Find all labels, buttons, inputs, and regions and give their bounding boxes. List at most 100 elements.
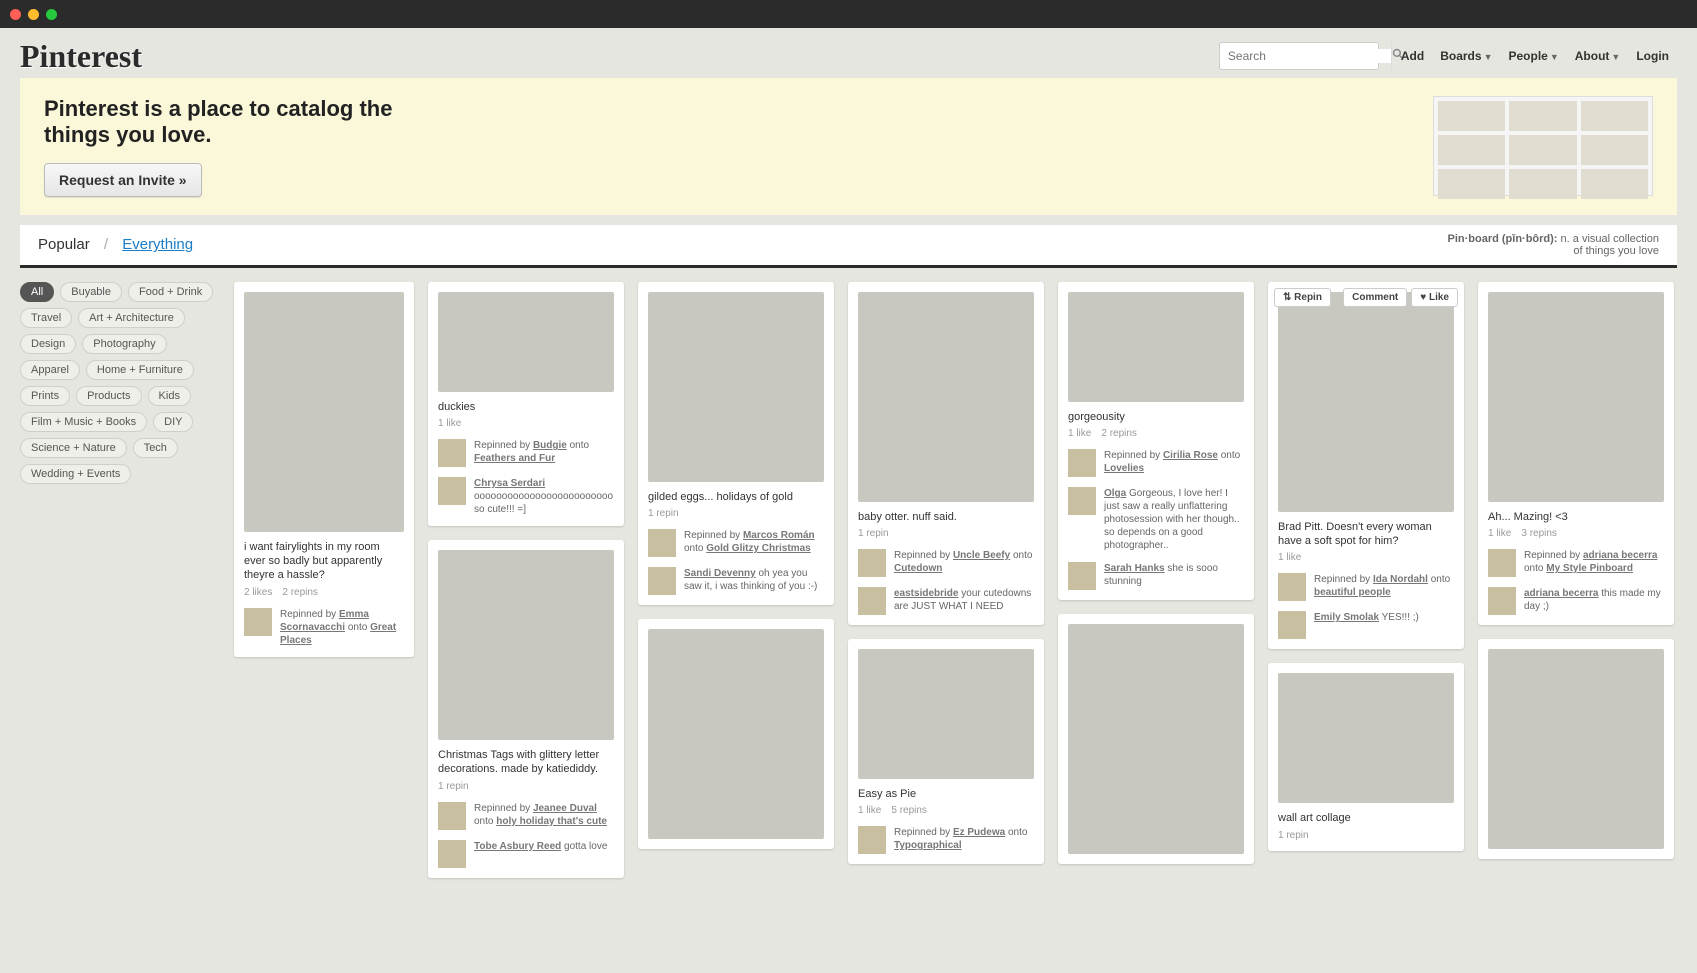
category-tag[interactable]: All [20,282,54,302]
user-link[interactable]: Emily Smolak [1314,612,1379,623]
avatar[interactable] [244,608,272,636]
pin-image[interactable] [1278,292,1454,512]
board-link[interactable]: Typographical [894,840,962,851]
user-link[interactable]: Cirilia Rose [1163,450,1218,461]
avatar[interactable] [438,802,466,830]
pin-card[interactable]: i want fairylights in my room ever so ba… [234,282,414,657]
nav-people[interactable]: People▼ [1508,49,1558,63]
user-link[interactable]: adriana becerra [1583,550,1658,561]
board-link[interactable]: Cutedown [894,563,942,574]
category-tag[interactable]: Buyable [60,282,122,302]
avatar[interactable] [1068,449,1096,477]
category-tag[interactable]: Film + Music + Books [20,412,147,432]
user-link[interactable]: Budgie [533,440,567,451]
user-link[interactable]: Ez Pudewa [953,827,1005,838]
category-tag[interactable]: Travel [20,308,72,328]
board-link[interactable]: holy holiday that's cute [496,816,607,827]
user-link[interactable]: Sarah Hanks [1104,563,1165,574]
nav-login[interactable]: Login [1636,49,1669,63]
avatar[interactable] [1068,562,1096,590]
nav-about[interactable]: About▼ [1575,49,1621,63]
avatar[interactable] [438,840,466,868]
comment-button[interactable]: Comment [1343,288,1407,307]
user-link[interactable]: Ida Nordahl [1373,574,1428,585]
nav-add[interactable]: Add [1401,49,1424,63]
board-link[interactable]: beautiful people [1314,587,1391,598]
board-link[interactable]: Lovelies [1104,463,1144,474]
user-link[interactable]: Olga [1104,488,1126,499]
category-tag[interactable]: Prints [20,386,70,406]
search-box[interactable] [1219,42,1379,70]
category-tag[interactable]: Art + Architecture [78,308,185,328]
user-link[interactable]: Jeanee Duval [533,803,597,814]
pin-image[interactable] [244,292,404,532]
pin-image[interactable] [1488,649,1664,849]
request-invite-button[interactable]: Request an Invite » [44,163,202,197]
pin-image[interactable] [1068,624,1244,854]
avatar[interactable] [438,477,466,505]
user-link[interactable]: adriana becerra [1524,588,1599,599]
avatar[interactable] [1068,487,1096,515]
pin-card[interactable]: Easy as Pie1 like5 repinsRepinned by Ez … [848,639,1044,864]
pin-image[interactable] [648,629,824,839]
pin-image[interactable] [1068,292,1244,402]
pin-image[interactable] [438,550,614,740]
maximize-icon[interactable] [46,9,57,20]
like-button[interactable]: ♥ Like [1411,288,1458,307]
user-link[interactable]: Emma Scornavacchi [280,609,369,633]
user-link[interactable]: eastsidebride [894,588,958,599]
user-link[interactable]: Sandi Devenny [684,568,756,579]
user-link[interactable]: Tobe Asbury Reed [474,841,561,852]
logo[interactable]: Pinterest [20,38,142,75]
pin-card[interactable] [1058,614,1254,864]
search-input[interactable] [1220,49,1391,63]
user-link[interactable]: Chrysa Serdari [474,478,545,489]
crumb-popular[interactable]: Popular [38,236,90,253]
pin-card[interactable]: baby otter. nuff said.1 repinRepinned by… [848,282,1044,625]
board-link[interactable]: Gold Glitzy Christmas [706,543,810,554]
avatar[interactable] [1278,611,1306,639]
user-link[interactable]: Marcos Román [743,530,815,541]
avatar[interactable] [858,826,886,854]
pin-image[interactable] [648,292,824,482]
category-tag[interactable]: Home + Furniture [86,360,194,380]
pin-card[interactable]: Ah... Mazing! <31 like3 repinsRepinned b… [1478,282,1674,625]
category-tag[interactable]: Kids [148,386,191,406]
pin-card[interactable] [638,619,834,849]
category-tag[interactable]: Photography [82,334,166,354]
avatar[interactable] [1278,573,1306,601]
avatar[interactable] [858,587,886,615]
avatar[interactable] [858,549,886,577]
pin-image[interactable] [858,292,1034,502]
board-link[interactable]: My Style Pinboard [1546,563,1633,574]
pin-card[interactable]: gorgeousity1 like2 repinsRepinned by Cir… [1058,282,1254,600]
pin-card[interactable] [1478,639,1674,859]
category-tag[interactable]: Tech [133,438,178,458]
pin-card[interactable]: wall art collage1 repin [1268,663,1464,850]
user-link[interactable]: Uncle Beefy [953,550,1010,561]
pin-image[interactable] [1278,673,1454,803]
category-tag[interactable]: Design [20,334,76,354]
crumb-everything[interactable]: Everything [122,236,193,253]
avatar[interactable] [1488,549,1516,577]
pin-card[interactable]: ⇅ RepinComment♥ LikeBrad Pitt. Doesn't e… [1268,282,1464,650]
category-tag[interactable]: Products [76,386,141,406]
nav-boards[interactable]: Boards▼ [1440,49,1492,63]
category-tag[interactable]: DIY [153,412,193,432]
pin-card[interactable]: duckies1 likeRepinned by Budgie onto Fea… [428,282,624,526]
repin-button[interactable]: ⇅ Repin [1274,288,1331,307]
minimize-icon[interactable] [28,9,39,20]
close-icon[interactable] [10,9,21,20]
category-tag[interactable]: Science + Nature [20,438,127,458]
pin-card[interactable]: gilded eggs... holidays of gold1 repinRe… [638,282,834,605]
category-tag[interactable]: Wedding + Events [20,464,131,484]
pin-image[interactable] [438,292,614,392]
pin-image[interactable] [1488,292,1664,502]
board-link[interactable]: Feathers and Fur [474,453,555,464]
category-tag[interactable]: Apparel [20,360,80,380]
pin-image[interactable] [858,649,1034,779]
avatar[interactable] [1488,587,1516,615]
pin-card[interactable]: Christmas Tags with glittery letter deco… [428,540,624,878]
avatar[interactable] [648,529,676,557]
avatar[interactable] [648,567,676,595]
